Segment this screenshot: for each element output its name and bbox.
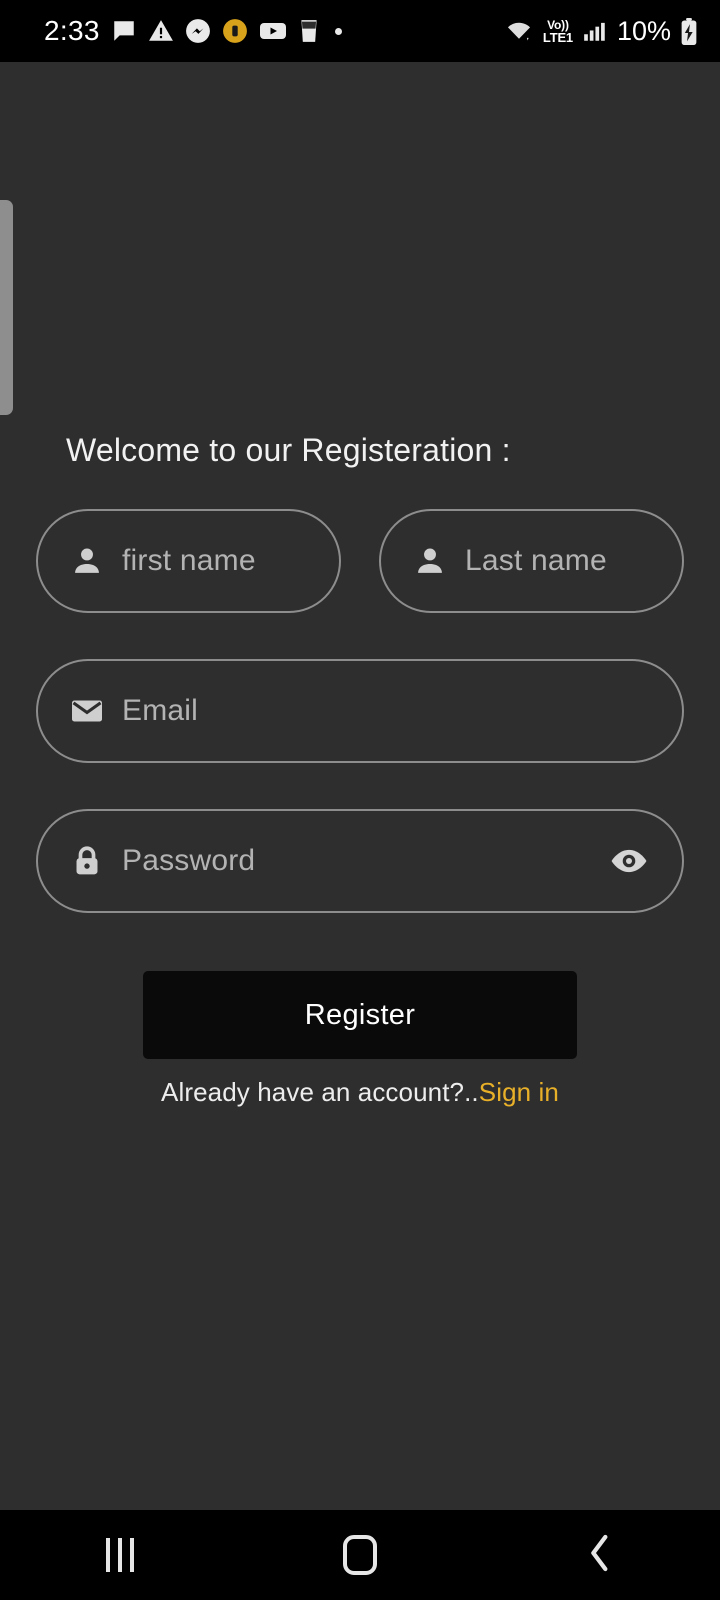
signin-link[interactable]: Sign in [479, 1077, 559, 1107]
register-button[interactable]: Register [143, 971, 577, 1059]
volte-bottom-label: LTE1 [542, 29, 573, 45]
email-placeholder: Email [122, 694, 199, 727]
first-name-placeholder: first name [122, 544, 256, 577]
youtube-icon [259, 18, 287, 44]
system-navigation-bar [0, 1510, 720, 1600]
page-title: Welcome to our Registeration : [66, 432, 511, 468]
password-field[interactable]: Password [36, 809, 684, 913]
chat-bubble-icon [111, 18, 137, 44]
registration-form: Welcome to our Registeration : first nam… [0, 62, 720, 1510]
signin-prompt-label: Already have an account?.. [161, 1077, 479, 1107]
lock-icon [66, 840, 108, 882]
status-bar: 2:33 Vo)) LTE1 10% [0, 0, 720, 62]
back-chevron-icon [583, 1533, 617, 1578]
glass-icon [298, 18, 320, 44]
messenger-icon [185, 18, 211, 44]
volte-indicator: Vo)) LTE1 [543, 19, 573, 44]
warning-triangle-icon [148, 18, 174, 44]
edge-panel-handle[interactable] [0, 200, 13, 415]
person-icon [409, 540, 451, 582]
signin-prompt-row: Already have an account?..Sign in [36, 1077, 684, 1108]
back-button[interactable] [540, 1510, 660, 1600]
email-field[interactable]: Email [36, 659, 684, 763]
signal-bars-icon [582, 18, 608, 44]
last-name-placeholder: Last name [465, 544, 607, 577]
password-placeholder: Password [122, 844, 256, 877]
volte-top-label: Vo)) [547, 17, 569, 32]
last-name-field[interactable]: Last name [379, 509, 684, 613]
first-name-field[interactable]: first name [36, 509, 341, 613]
envelope-icon [66, 690, 108, 732]
phone-screen: 2:33 Vo)) LTE1 10% Welcome to our Regist… [0, 0, 720, 1600]
person-icon [66, 540, 108, 582]
name-row: first name Last name [36, 509, 684, 613]
home-button[interactable] [300, 1510, 420, 1600]
amber-badge-icon [222, 18, 248, 44]
eye-icon[interactable] [606, 838, 652, 884]
wifi-icon [504, 18, 534, 44]
recents-button[interactable] [60, 1510, 180, 1600]
battery-percent-label: 10% [616, 15, 671, 46]
battery-charging-icon [680, 17, 698, 45]
home-icon [343, 1535, 377, 1575]
status-bar-clock: 2:33 [44, 15, 100, 46]
status-bar-left: 2:33 [44, 17, 342, 45]
recents-icon [106, 1538, 134, 1572]
status-bar-right: Vo)) LTE1 10% [504, 15, 698, 46]
overflow-dot-icon [334, 27, 342, 35]
